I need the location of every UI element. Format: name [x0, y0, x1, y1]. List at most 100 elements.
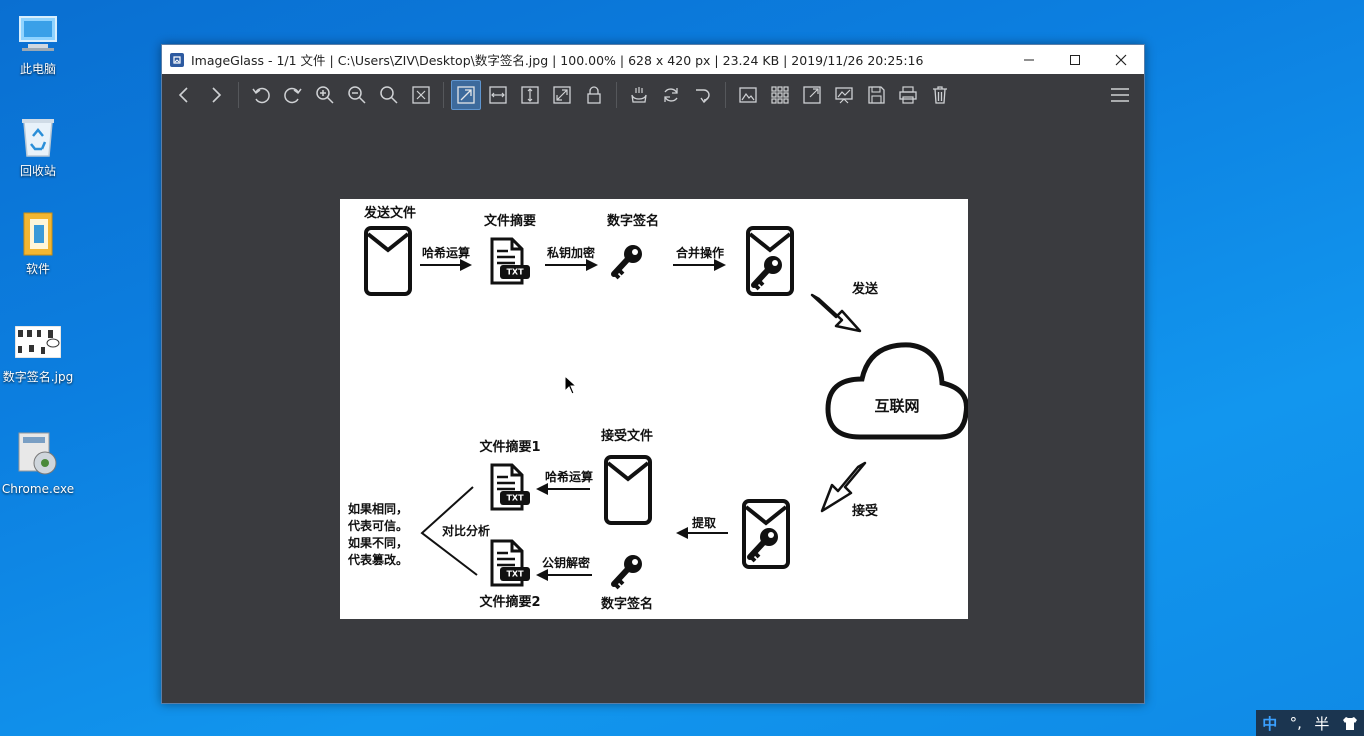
- punctuation-indicator[interactable]: °,: [1290, 714, 1302, 732]
- grid-icon: [771, 86, 789, 104]
- skin-shirt-icon[interactable]: [1342, 715, 1358, 731]
- chevron-right-icon: [212, 87, 222, 103]
- label-result-line-1: 如果相同，: [348, 501, 408, 516]
- previous-image-button[interactable]: [169, 80, 199, 110]
- label-txt-1: TXT: [506, 494, 524, 503]
- close-button[interactable]: [1098, 45, 1144, 74]
- thumbnail-bar-button[interactable]: [733, 80, 763, 110]
- ime-mode-indicator[interactable]: 中: [1262, 713, 1277, 734]
- chevron-left-icon: [178, 87, 188, 103]
- label-digest2: 文件摘要2: [479, 594, 540, 610]
- print-button[interactable]: [893, 80, 923, 110]
- save-icon: [868, 86, 885, 104]
- toolbar: [162, 74, 1144, 116]
- application-icon: [14, 430, 62, 478]
- image-icon: [739, 87, 757, 103]
- label-internet: 互联网: [874, 397, 919, 415]
- hamburger-menu-icon: [1111, 88, 1129, 102]
- magnifier-icon: [380, 86, 398, 104]
- zoom-out-icon: [348, 86, 366, 104]
- toolbar-separator: [443, 82, 444, 108]
- desktop-icon-image-file[interactable]: 数字签名.jpg: [0, 318, 76, 384]
- toolbar-separator: [238, 82, 239, 108]
- label-result-line-2: 代表可信。: [347, 518, 408, 533]
- checkerboard-button[interactable]: [624, 80, 654, 110]
- label-extract: 提取: [692, 515, 716, 530]
- toolbar-separator: [616, 82, 617, 108]
- received-file-envelope-icon: [604, 455, 652, 525]
- folder-icon: [14, 210, 62, 258]
- lock-zoom-ratio-button[interactable]: [406, 80, 436, 110]
- fullscreen-button[interactable]: [797, 80, 827, 110]
- title-bar[interactable]: ImageGlass - 1/1 文件 | C:\Users\ZIV\Deskt…: [162, 45, 1144, 74]
- desktop-icon-label: 回收站: [19, 164, 56, 178]
- label-send: 发送: [851, 281, 879, 297]
- half-width-indicator[interactable]: 半: [1314, 713, 1329, 734]
- minimize-button[interactable]: [1006, 45, 1052, 74]
- main-menu-button[interactable]: [1105, 80, 1135, 110]
- label-merge-op: 合并操作: [676, 245, 724, 260]
- actual-size-button[interactable]: [374, 80, 404, 110]
- label-result-line-3: 如果不同，: [348, 535, 408, 550]
- mouse-cursor-icon: [564, 375, 578, 395]
- fullscreen-icon: [803, 86, 821, 104]
- slideshow-button[interactable]: [829, 80, 859, 110]
- close-icon: [1115, 54, 1127, 65]
- desktop-icon-software[interactable]: 软件: [0, 210, 76, 276]
- label-received-file: 接受文件: [601, 428, 653, 444]
- desktop-icon-label: 此电脑: [19, 62, 56, 76]
- image-viewer[interactable]: 发送文件 哈希运算 文件摘要 TXT 私钥加密 数字签名 合并操作 发送 互联网…: [162, 116, 1144, 703]
- send-file-envelope-icon: [364, 226, 412, 296]
- label-send-file: 发送文件: [363, 205, 416, 221]
- zoom-fit-icon: [412, 86, 430, 104]
- signature-key-icon: [614, 245, 642, 278]
- rotate-left-button[interactable]: [246, 80, 276, 110]
- save-button[interactable]: [861, 80, 891, 110]
- scale-height-button[interactable]: [515, 80, 545, 110]
- minimize-icon: [1024, 59, 1034, 60]
- grid-view-button[interactable]: [765, 80, 795, 110]
- lock-zoom-button[interactable]: [579, 80, 609, 110]
- image-thumbnail-icon: [14, 318, 62, 366]
- next-image-button[interactable]: [201, 80, 231, 110]
- paint-bucket-icon: [631, 87, 647, 103]
- label-result-line-4: 代表篡改。: [347, 552, 408, 567]
- desktop-icon-chrome-exe[interactable]: Chrome.exe: [0, 430, 76, 496]
- refresh-button[interactable]: [656, 80, 686, 110]
- label-txt: TXT: [506, 268, 524, 277]
- delete-button[interactable]: [925, 80, 955, 110]
- desktop-icon-label: 软件: [25, 262, 50, 276]
- desktop-icon-label: Chrome.exe: [1, 482, 75, 496]
- label-signature-2: 数字签名: [601, 596, 653, 612]
- redo-arrow-icon: [696, 89, 710, 104]
- label-digest: 文件摘要: [484, 213, 536, 229]
- zoom-in-icon: [316, 86, 334, 104]
- maximize-button[interactable]: [1052, 45, 1098, 74]
- rotate-left-icon: [252, 87, 270, 104]
- scale-to-width-button[interactable]: [451, 80, 481, 110]
- label-hash-op-2: 哈希运算: [545, 469, 593, 484]
- displayed-image: 发送文件 哈希运算 文件摘要 TXT 私钥加密 数字签名 合并操作 发送 互联网…: [340, 199, 969, 619]
- zoom-out-button[interactable]: [342, 80, 372, 110]
- send-arrow: [810, 293, 862, 333]
- recycle-bin-icon: [14, 112, 62, 160]
- trash-icon: [933, 86, 947, 104]
- received-signed-envelope-icon: [742, 499, 790, 569]
- printer-icon: [899, 86, 917, 104]
- scale-to-fit-button[interactable]: [547, 80, 577, 110]
- imageglass-window: ImageGlass - 1/1 文件 | C:\Users\ZIV\Deskt…: [161, 44, 1145, 704]
- label-hash-op: 哈希运算: [422, 245, 470, 260]
- desktop-icon-recycle-bin[interactable]: 回收站: [0, 112, 76, 178]
- zoom-in-button[interactable]: [310, 80, 340, 110]
- label-public-key-decrypt: 公钥解密: [542, 555, 590, 570]
- goto-image-button[interactable]: [688, 80, 718, 110]
- fit-width-icon: [489, 86, 507, 104]
- rotate-right-button[interactable]: [278, 80, 308, 110]
- label-signature: 数字签名: [607, 213, 659, 229]
- desktop-icon-label: 数字签名.jpg: [2, 370, 74, 384]
- scale-width-button[interactable]: [483, 80, 513, 110]
- desktop-icon-this-pc[interactable]: 此电脑: [0, 10, 76, 76]
- fit-height-icon: [521, 86, 539, 104]
- internet-cloud-icon: [825, 342, 969, 440]
- expand-icon: [553, 86, 571, 104]
